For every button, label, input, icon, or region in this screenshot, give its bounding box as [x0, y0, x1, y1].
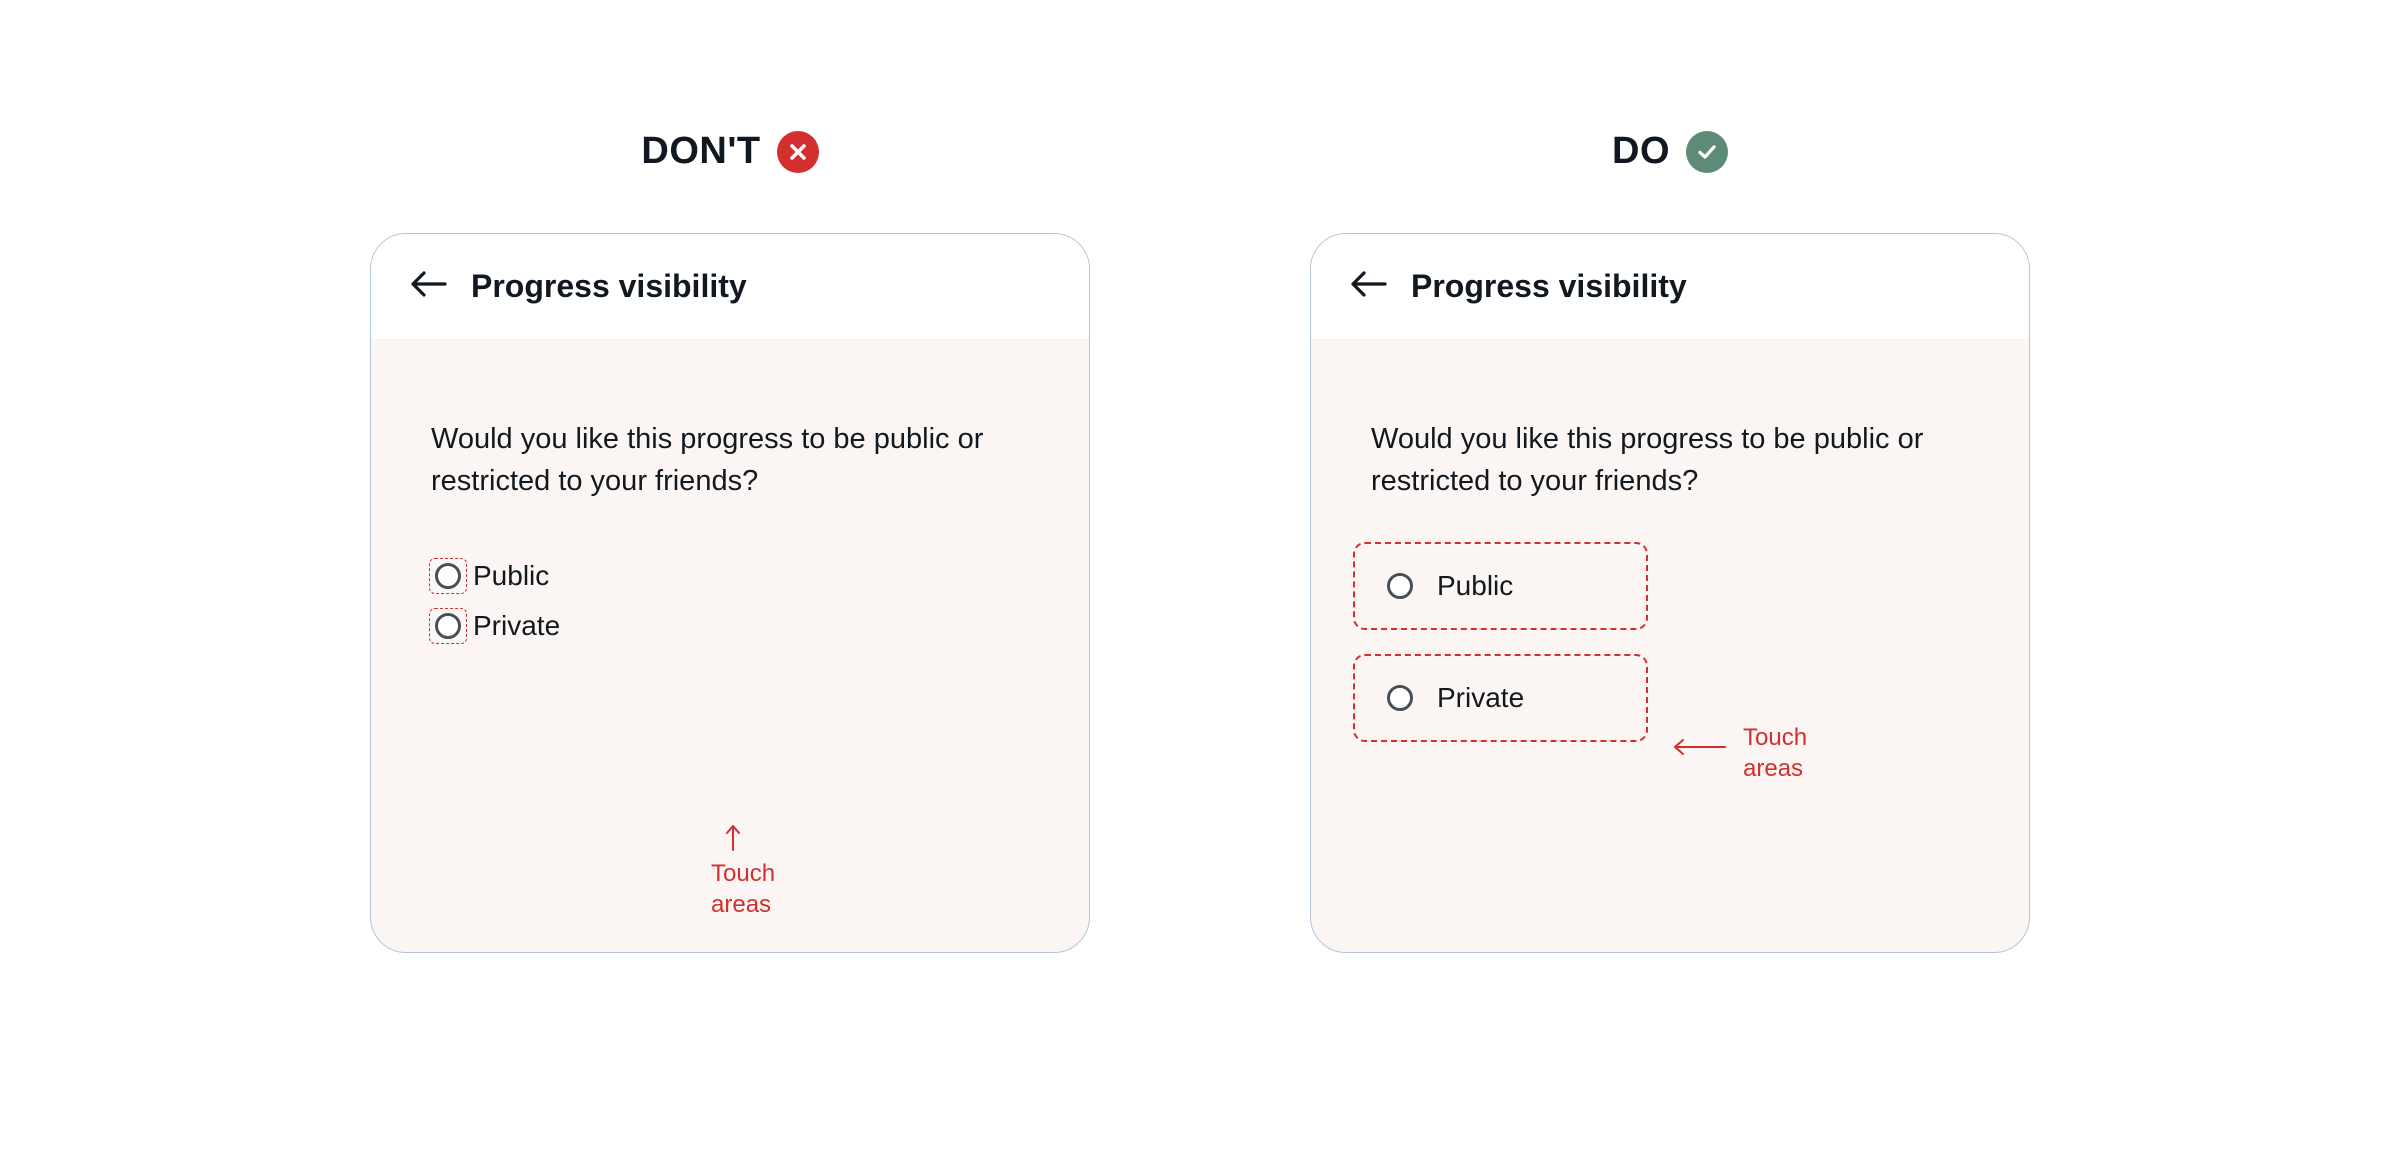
radio-icon[interactable]: [435, 563, 461, 589]
dont-label: DON'T: [641, 130, 760, 173]
annotation-label: Touch areas: [1743, 722, 1807, 784]
card-header: Progress visibility: [371, 234, 1089, 340]
back-arrow-icon[interactable]: [411, 270, 447, 303]
radio-option-public[interactable]: Public: [1353, 542, 1648, 630]
page-title: Progress visibility: [471, 268, 747, 305]
radio-icon: [1387, 685, 1413, 711]
do-card: Progress visibility Would you like this …: [1310, 233, 2030, 953]
back-arrow-icon[interactable]: [1351, 270, 1387, 303]
radio-label: Public: [1437, 570, 1513, 602]
radio-option-public: Public: [429, 558, 1029, 594]
radio-label: Public: [473, 560, 549, 592]
radio-label: Private: [1437, 682, 1524, 714]
radio-label: Private: [473, 610, 560, 642]
check-circle-icon: [1686, 131, 1728, 173]
dont-header: DON'T: [641, 130, 818, 173]
card-header: Progress visibility: [1311, 234, 2029, 340]
question-text: Would you like this progress to be publi…: [431, 418, 1029, 502]
do-header: DO: [1612, 130, 1728, 173]
radio-icon: [1387, 573, 1413, 599]
card-body: Would you like this progress to be publi…: [1311, 340, 2029, 806]
do-panel: DO Progress visibility Would you like th…: [1310, 130, 2030, 953]
dont-panel: DON'T Progress visibility Would you like…: [370, 130, 1090, 953]
radio-option-private[interactable]: Private: [1353, 654, 1648, 742]
annotation-arrow-up-icon: [723, 822, 743, 857]
touch-area-indicator: [429, 558, 467, 594]
annotation-label: Touch areas: [711, 858, 775, 920]
annotation-arrow-left-icon: [1671, 736, 1727, 763]
do-label: DO: [1612, 130, 1670, 173]
dont-card: Progress visibility Would you like this …: [370, 233, 1090, 953]
question-text: Would you like this progress to be publi…: [1371, 418, 1969, 502]
radio-option-private: Private: [429, 608, 1029, 644]
radio-icon[interactable]: [435, 613, 461, 639]
page-title: Progress visibility: [1411, 268, 1687, 305]
card-body: Would you like this progress to be publi…: [371, 340, 1089, 698]
x-circle-icon: [777, 131, 819, 173]
touch-area-indicator: [429, 608, 467, 644]
